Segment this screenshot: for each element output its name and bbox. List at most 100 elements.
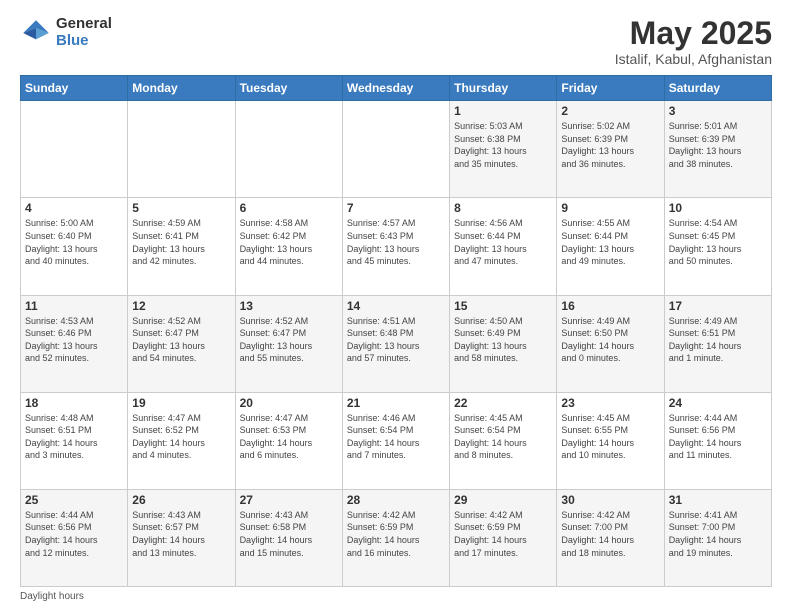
table-row: 26 Sunrise: 4:43 AM Sunset: 6:57 PM Dayli…	[128, 489, 235, 586]
table-row	[235, 101, 342, 198]
logo: General Blue	[20, 16, 112, 49]
day-info: Sunrise: 4:49 AM Sunset: 6:51 PM Dayligh…	[669, 315, 767, 365]
day-info: Sunrise: 4:43 AM Sunset: 6:57 PM Dayligh…	[132, 509, 230, 559]
table-row: 10 Sunrise: 4:54 AM Sunset: 6:45 PM Dayli…	[664, 198, 771, 295]
header: General Blue May 2025 Istalif, Kabul, Af…	[20, 16, 772, 67]
table-row: 18 Sunrise: 4:48 AM Sunset: 6:51 PM Dayli…	[21, 392, 128, 489]
day-number: 25	[25, 493, 123, 507]
day-info: Sunrise: 4:57 AM Sunset: 6:43 PM Dayligh…	[347, 217, 445, 267]
day-info: Sunrise: 4:56 AM Sunset: 6:44 PM Dayligh…	[454, 217, 552, 267]
calendar-header-row: Sunday Monday Tuesday Wednesday Thursday…	[21, 76, 772, 101]
table-row: 11 Sunrise: 4:53 AM Sunset: 6:46 PM Dayli…	[21, 295, 128, 392]
day-number: 2	[561, 104, 659, 118]
day-number: 10	[669, 201, 767, 215]
table-row	[128, 101, 235, 198]
day-info: Sunrise: 4:47 AM Sunset: 6:52 PM Dayligh…	[132, 412, 230, 462]
day-number: 26	[132, 493, 230, 507]
day-number: 31	[669, 493, 767, 507]
table-row: 4Sunrise: 5:00 AM Sunset: 6:40 PM Daylig…	[21, 198, 128, 295]
col-friday: Friday	[557, 76, 664, 101]
day-info: Sunrise: 4:46 AM Sunset: 6:54 PM Dayligh…	[347, 412, 445, 462]
day-info: Sunrise: 4:42 AM Sunset: 7:00 PM Dayligh…	[561, 509, 659, 559]
day-number: 27	[240, 493, 338, 507]
day-info: Sunrise: 4:59 AM Sunset: 6:41 PM Dayligh…	[132, 217, 230, 267]
day-number: 12	[132, 299, 230, 313]
table-row: 6 Sunrise: 4:58 AM Sunset: 6:42 PM Daylig…	[235, 198, 342, 295]
day-info: Sunrise: 4:43 AM Sunset: 6:58 PM Dayligh…	[240, 509, 338, 559]
day-info: Sunrise: 4:44 AM Sunset: 6:56 PM Dayligh…	[25, 509, 123, 559]
day-number: 15	[454, 299, 552, 313]
day-number: 22	[454, 396, 552, 410]
table-row: 24Sunrise: 4:44 AM Sunset: 6:56 PM Dayli…	[664, 392, 771, 489]
day-number: 17	[669, 299, 767, 313]
day-info: Sunrise: 4:53 AM Sunset: 6:46 PM Dayligh…	[25, 315, 123, 365]
day-number: 8	[454, 201, 552, 215]
table-row: 20 Sunrise: 4:47 AM Sunset: 6:53 PM Dayli…	[235, 392, 342, 489]
calendar-week-row: 4Sunrise: 5:00 AM Sunset: 6:40 PM Daylig…	[21, 198, 772, 295]
col-sunday: Sunday	[21, 76, 128, 101]
day-info: Sunrise: 4:51 AM Sunset: 6:48 PM Dayligh…	[347, 315, 445, 365]
calendar-week-row: 25 Sunrise: 4:44 AM Sunset: 6:56 PM Dayli…	[21, 489, 772, 586]
table-row: 13 Sunrise: 4:52 AM Sunset: 6:47 PM Dayli…	[235, 295, 342, 392]
day-info: Sunrise: 4:52 AM Sunset: 6:47 PM Dayligh…	[132, 315, 230, 365]
page: General Blue May 2025 Istalif, Kabul, Af…	[0, 0, 792, 612]
day-info: Sunrise: 4:48 AM Sunset: 6:51 PM Dayligh…	[25, 412, 123, 462]
col-monday: Monday	[128, 76, 235, 101]
day-number: 23	[561, 396, 659, 410]
table-row: 28Sunrise: 4:42 AM Sunset: 6:59 PM Dayli…	[342, 489, 449, 586]
table-row: 1 Sunrise: 5:03 AM Sunset: 6:38 PM Daylig…	[450, 101, 557, 198]
day-number: 14	[347, 299, 445, 313]
day-number: 11	[25, 299, 123, 313]
calendar-week-row: 18 Sunrise: 4:48 AM Sunset: 6:51 PM Dayli…	[21, 392, 772, 489]
table-row: 12 Sunrise: 4:52 AM Sunset: 6:47 PM Dayli…	[128, 295, 235, 392]
table-row: 3 Sunrise: 5:01 AM Sunset: 6:39 PM Daylig…	[664, 101, 771, 198]
title-block: May 2025 Istalif, Kabul, Afghanistan	[615, 16, 772, 67]
table-row: 5 Sunrise: 4:59 AM Sunset: 6:41 PM Daylig…	[128, 198, 235, 295]
day-info: Sunrise: 4:52 AM Sunset: 6:47 PM Dayligh…	[240, 315, 338, 365]
day-info: Sunrise: 4:55 AM Sunset: 6:44 PM Dayligh…	[561, 217, 659, 267]
day-number: 18	[25, 396, 123, 410]
day-info: Sunrise: 4:47 AM Sunset: 6:53 PM Dayligh…	[240, 412, 338, 462]
day-number: 20	[240, 396, 338, 410]
day-info: Sunrise: 4:54 AM Sunset: 6:45 PM Dayligh…	[669, 217, 767, 267]
day-number: 13	[240, 299, 338, 313]
table-row: 30Sunrise: 4:42 AM Sunset: 7:00 PM Dayli…	[557, 489, 664, 586]
table-row: 19 Sunrise: 4:47 AM Sunset: 6:52 PM Dayli…	[128, 392, 235, 489]
day-info: Sunrise: 5:01 AM Sunset: 6:39 PM Dayligh…	[669, 120, 767, 170]
table-row: 25 Sunrise: 4:44 AM Sunset: 6:56 PM Dayli…	[21, 489, 128, 586]
table-row: 23 Sunrise: 4:45 AM Sunset: 6:55 PM Dayli…	[557, 392, 664, 489]
table-row: 15Sunrise: 4:50 AM Sunset: 6:49 PM Dayli…	[450, 295, 557, 392]
table-row: 8 Sunrise: 4:56 AM Sunset: 6:44 PM Daylig…	[450, 198, 557, 295]
day-info: Sunrise: 4:58 AM Sunset: 6:42 PM Dayligh…	[240, 217, 338, 267]
day-number: 5	[132, 201, 230, 215]
day-number: 19	[132, 396, 230, 410]
day-info: Sunrise: 5:03 AM Sunset: 6:38 PM Dayligh…	[454, 120, 552, 170]
day-number: 16	[561, 299, 659, 313]
table-row	[342, 101, 449, 198]
logo-blue-text: Blue	[56, 33, 112, 50]
day-number: 1	[454, 104, 552, 118]
table-row: 14 Sunrise: 4:51 AM Sunset: 6:48 PM Dayli…	[342, 295, 449, 392]
day-info: Sunrise: 4:45 AM Sunset: 6:54 PM Dayligh…	[454, 412, 552, 462]
calendar-week-row: 1 Sunrise: 5:03 AM Sunset: 6:38 PM Daylig…	[21, 101, 772, 198]
table-row: 17 Sunrise: 4:49 AM Sunset: 6:51 PM Dayli…	[664, 295, 771, 392]
day-info: Sunrise: 4:49 AM Sunset: 6:50 PM Dayligh…	[561, 315, 659, 365]
table-row: 29 Sunrise: 4:42 AM Sunset: 6:59 PM Dayli…	[450, 489, 557, 586]
day-info: Sunrise: 4:42 AM Sunset: 6:59 PM Dayligh…	[454, 509, 552, 559]
logo-text: General Blue	[56, 16, 112, 49]
day-info: Sunrise: 4:44 AM Sunset: 6:56 PM Dayligh…	[669, 412, 767, 462]
table-row: 9Sunrise: 4:55 AM Sunset: 6:44 PM Daylig…	[557, 198, 664, 295]
day-number: 29	[454, 493, 552, 507]
location: Istalif, Kabul, Afghanistan	[615, 51, 772, 67]
logo-general-text: General	[56, 16, 112, 33]
col-saturday: Saturday	[664, 76, 771, 101]
footer-label: Daylight hours	[20, 591, 84, 602]
logo-icon	[20, 17, 52, 49]
table-row: 7Sunrise: 4:57 AM Sunset: 6:43 PM Daylig…	[342, 198, 449, 295]
day-info: Sunrise: 4:41 AM Sunset: 7:00 PM Dayligh…	[669, 509, 767, 559]
day-number: 6	[240, 201, 338, 215]
col-tuesday: Tuesday	[235, 76, 342, 101]
day-number: 3	[669, 104, 767, 118]
table-row: 22 Sunrise: 4:45 AM Sunset: 6:54 PM Dayli…	[450, 392, 557, 489]
day-info: Sunrise: 4:45 AM Sunset: 6:55 PM Dayligh…	[561, 412, 659, 462]
